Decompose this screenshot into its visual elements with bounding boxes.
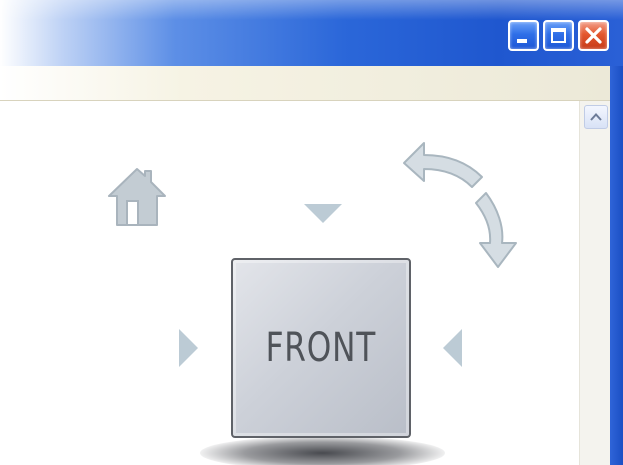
window-controls [508,20,609,51]
chevron-up-icon [590,113,602,121]
cube-shadow [200,436,445,465]
minimize-button[interactable] [508,20,539,51]
scroll-up-button[interactable] [584,105,608,129]
maximize-button[interactable] [543,20,574,51]
viewcube-front-face[interactable]: FRONT [231,258,411,438]
minimize-icon [517,39,527,43]
maximize-icon [551,28,566,43]
viewport[interactable]: FRONT [0,101,579,465]
triangle-left-icon[interactable] [441,327,465,369]
close-icon [585,27,602,44]
home-icon[interactable] [103,163,171,229]
window-frame-right [610,66,623,465]
triangle-down-icon[interactable] [302,201,344,225]
rotate-arrow-icon[interactable] [394,135,534,275]
vertical-scrollbar[interactable] [579,101,610,465]
app-window: FRONT [0,0,623,465]
close-button[interactable] [578,20,609,51]
menu-bar [0,66,610,101]
triangle-right-icon[interactable] [176,327,200,369]
viewcube-face-label: FRONT [265,325,377,371]
title-bar[interactable] [0,0,623,66]
